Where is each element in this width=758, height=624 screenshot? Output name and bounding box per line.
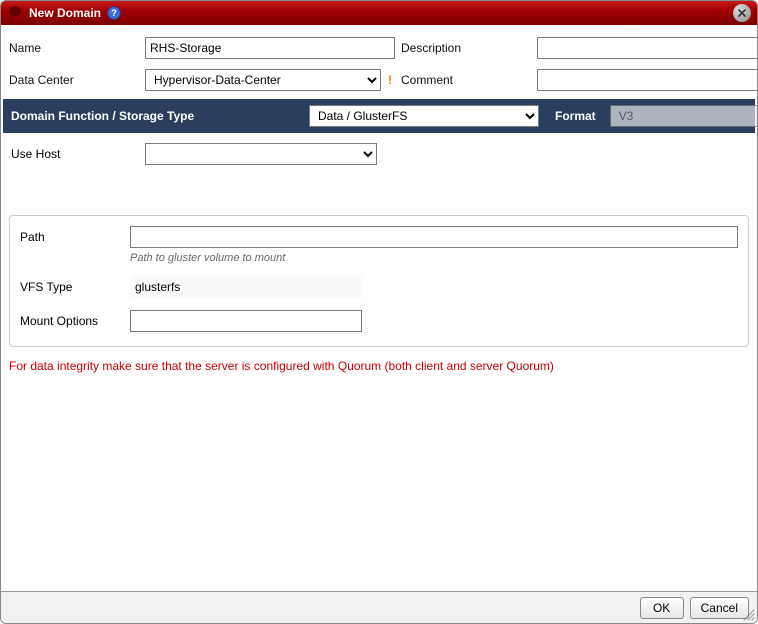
warning-icon: !: [385, 73, 395, 87]
comment-label: Comment: [401, 73, 531, 87]
vfs-type-input[interactable]: [130, 276, 362, 298]
storage-type-label: Domain Function / Storage Type: [11, 109, 301, 123]
use-host-select[interactable]: [145, 143, 377, 165]
name-input[interactable]: [145, 37, 395, 59]
format-select[interactable]: V3: [610, 105, 758, 127]
help-icon[interactable]: ?: [107, 6, 121, 20]
path-input[interactable]: [130, 226, 738, 248]
storage-type-select[interactable]: Data / GlusterFS: [309, 105, 539, 127]
mount-options-input[interactable]: [130, 310, 362, 332]
resize-grip-icon[interactable]: [741, 607, 755, 621]
storage-type-bar: Domain Function / Storage Type Data / Gl…: [3, 99, 755, 133]
gluster-section: Path Path to gluster volume to mount VFS…: [9, 215, 749, 347]
use-host-label: Use Host: [11, 147, 145, 161]
comment-input[interactable]: [537, 69, 758, 91]
host-section: Use Host: [7, 133, 751, 185]
dialog-content: Name Description Data Center Hypervisor-…: [1, 25, 757, 591]
path-label: Path: [20, 230, 130, 244]
dialog-footer: OK Cancel: [1, 591, 757, 623]
path-hint: Path to gluster volume to mount: [130, 252, 738, 264]
dialog-title: New Domain: [29, 6, 101, 20]
vfs-type-label: VFS Type: [20, 280, 130, 294]
format-label: Format: [555, 109, 596, 123]
description-input[interactable]: [537, 37, 758, 59]
mount-options-label: Mount Options: [20, 314, 130, 328]
top-fields: Name Description Data Center Hypervisor-…: [7, 31, 751, 99]
new-domain-dialog: New Domain ? Name Description Data Cente…: [0, 0, 758, 624]
data-center-select[interactable]: Hypervisor-Data-Center: [145, 69, 381, 91]
integrity-warning: For data integrity make sure that the se…: [7, 355, 751, 377]
description-label: Description: [401, 41, 531, 55]
data-center-label: Data Center: [9, 73, 139, 87]
svg-text:?: ?: [111, 8, 117, 18]
name-label: Name: [9, 41, 139, 55]
app-logo-icon: [7, 5, 23, 21]
ok-button[interactable]: OK: [640, 597, 684, 619]
titlebar: New Domain ?: [1, 1, 757, 25]
close-icon[interactable]: [733, 4, 751, 22]
